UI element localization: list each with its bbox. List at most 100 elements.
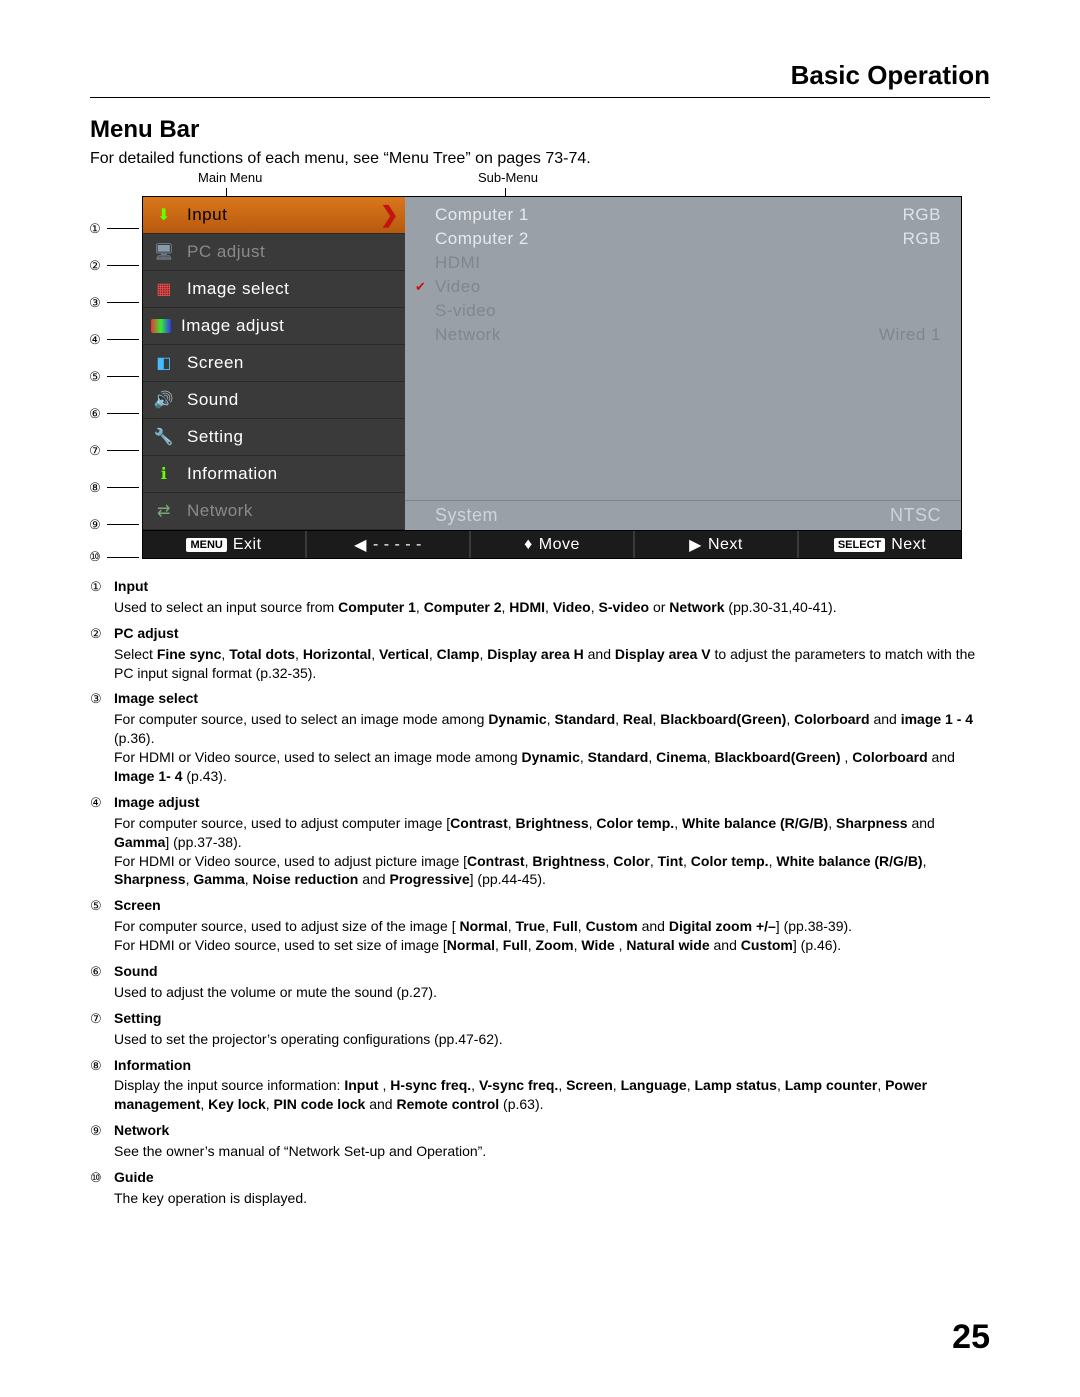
desc-title: Information xyxy=(114,1056,990,1075)
guide-exit: MENU Exit xyxy=(143,531,307,558)
desc-number: ⑧ xyxy=(90,1056,114,1119)
desc-number: ⑩ xyxy=(90,1168,114,1212)
menu-item-label: Information xyxy=(187,464,278,484)
desc-title: Setting xyxy=(114,1009,990,1028)
sub-item-label: Computer 1 xyxy=(435,205,529,225)
sub-menu-item-network[interactable]: Network Wired 1 xyxy=(405,323,961,347)
section-header: Basic Operation xyxy=(90,60,990,98)
sub-item-label: Network xyxy=(435,325,501,345)
callout-numbers: ①②③④⑤⑥⑦⑧⑨⑩ xyxy=(87,210,139,571)
sub-menu-item-video[interactable]: Video xyxy=(405,275,961,299)
desc-number: ① xyxy=(90,577,114,621)
desc-item: ③Image selectFor computer source, used t… xyxy=(90,689,990,789)
desc-item: ②PC adjust Select Fine sync, Total dots, … xyxy=(90,624,990,687)
desc-title: Sound xyxy=(114,962,990,981)
sub-item-label: Video xyxy=(435,277,481,297)
page-title: Menu Bar xyxy=(90,116,990,144)
desc-number: ② xyxy=(90,624,114,687)
desc-number: ⑨ xyxy=(90,1121,114,1165)
sub-menu-item-computer-2[interactable]: Computer 2RGB xyxy=(405,227,961,251)
main-menu-item-screen[interactable]: ◧Screen xyxy=(143,345,405,382)
select-button-icon: SELECT xyxy=(834,538,885,552)
desc-title: Guide xyxy=(114,1168,990,1187)
desc-text: Display the input source information: In… xyxy=(114,1076,990,1114)
guide-select-next: SELECT Next xyxy=(799,531,961,558)
desc-text: For computer source, used to adjust size… xyxy=(114,917,990,955)
guide-bar: MENU Exit ◀ - - - - - ♦ Move ▶ Next SELE… xyxy=(143,530,961,558)
network-icon: ⇄ xyxy=(151,500,177,522)
main-menu-item-sound[interactable]: 🔊 Sound xyxy=(143,382,405,419)
callout-5: ⑤ xyxy=(87,358,139,395)
callout-3: ③ xyxy=(87,284,139,321)
desc-item: ④Image adjustFor computer source, used t… xyxy=(90,793,990,893)
sub-item-label: HDMI xyxy=(435,253,480,273)
desc-title: Screen xyxy=(114,896,990,915)
system-row: System NTSC xyxy=(405,500,961,530)
desc-text: The key operation is displayed. xyxy=(114,1189,990,1208)
desc-title: Input xyxy=(114,577,990,596)
menu-item-label: PC adjust xyxy=(187,242,265,262)
sub-menu-item-computer-1[interactable]: Computer 1RGB xyxy=(405,203,961,227)
main-menu: ⬇Input❯🖥PC adjust▦Image selectImage adju… xyxy=(143,197,405,530)
desc-item: ⑩Guide The key operation is displayed. xyxy=(90,1168,990,1212)
desc-item: ⑦Setting Used to set the projector’s oper… xyxy=(90,1009,990,1053)
menu-item-label: Network xyxy=(187,501,253,521)
desc-text: See the owner’s manual of “Network Set-u… xyxy=(114,1142,990,1161)
setting-icon: 🔧 xyxy=(151,426,177,448)
menu-button-icon: MENU xyxy=(186,538,226,552)
sub-item-value: RGB xyxy=(903,229,941,249)
menu-item-label: Screen xyxy=(187,353,244,373)
main-menu-item-input[interactable]: ⬇Input❯ xyxy=(143,197,405,234)
desc-text: Select Fine sync, Total dots, Horizontal… xyxy=(114,645,990,683)
menu-item-label: Sound xyxy=(187,390,239,410)
guide-back: ◀ - - - - - xyxy=(307,531,471,558)
sub-item-value: Wired 1 xyxy=(879,325,941,345)
callout-2: ② xyxy=(87,247,139,284)
page-number: 25 xyxy=(952,1318,990,1357)
osd-screenshot: ⬇Input❯🖥PC adjust▦Image selectImage adju… xyxy=(142,196,962,559)
desc-text: Used to set the projector’s operating co… xyxy=(114,1030,990,1049)
desc-item: ⑥SoundUsed to adjust the volume or mute … xyxy=(90,962,990,1006)
sub-item-label: S-video xyxy=(435,301,496,321)
desc-title: PC adjust xyxy=(114,624,990,643)
info-icon: ℹ xyxy=(151,463,177,485)
system-value: NTSC xyxy=(890,505,941,526)
callout-1: ① xyxy=(87,210,139,247)
desc-number: ④ xyxy=(90,793,114,893)
menu-item-label: Image select xyxy=(187,279,289,299)
description-list: ①Input Used to select an input source fro… xyxy=(90,577,990,1212)
system-label: System xyxy=(435,505,498,526)
callout-10: ⑩ xyxy=(87,543,139,571)
menu-item-label: Input xyxy=(187,205,227,225)
intro-text: For detailed functions of each menu, see… xyxy=(90,150,990,168)
desc-number: ⑤ xyxy=(90,896,114,959)
input-icon: ⬇ xyxy=(151,204,177,226)
main-menu-item-information[interactable]: ℹ Information xyxy=(143,456,405,493)
callout-7: ⑦ xyxy=(87,432,139,469)
main-menu-item-image-select[interactable]: ▦Image select xyxy=(143,271,405,308)
desc-item: ⑤Screen For computer source, used to adju… xyxy=(90,896,990,959)
main-menu-label: Main Menu xyxy=(198,170,262,185)
main-menu-item-pc-adjust[interactable]: 🖥 PC adjust xyxy=(143,234,405,271)
desc-title: Image adjust xyxy=(114,793,990,812)
desc-text: Used to adjust the volume or mute the so… xyxy=(114,983,990,1002)
desc-title: Network xyxy=(114,1121,990,1140)
sub-menu-item-hdmi[interactable]: HDMI xyxy=(405,251,961,275)
menu-labels: Main Menu Sub-Menu xyxy=(90,170,990,192)
callout-9: ⑨ xyxy=(87,506,139,543)
sound-icon: 🔊 xyxy=(151,389,177,411)
sub-menu: Computer 1RGBComputer 2RGBHDMIVideoS-vid… xyxy=(405,197,961,530)
desc-text: Used to select an input source from Comp… xyxy=(114,598,990,617)
main-menu-item-setting[interactable]: 🔧Setting xyxy=(143,419,405,456)
callout-8: ⑧ xyxy=(87,469,139,506)
desc-item: ⑧InformationDisplay the input source inf… xyxy=(90,1056,990,1119)
main-menu-item-image-adjust[interactable]: Image adjust xyxy=(143,308,405,345)
desc-number: ⑦ xyxy=(90,1009,114,1053)
callout-6: ⑥ xyxy=(87,395,139,432)
guide-next: ▶ Next xyxy=(635,531,799,558)
desc-title: Image select xyxy=(114,689,990,708)
menu-item-label: Image adjust xyxy=(181,316,284,336)
main-menu-item-network[interactable]: ⇄ Network xyxy=(143,493,405,530)
pc-icon: 🖥 xyxy=(151,241,177,263)
sub-menu-item-s-video[interactable]: S-video xyxy=(405,299,961,323)
